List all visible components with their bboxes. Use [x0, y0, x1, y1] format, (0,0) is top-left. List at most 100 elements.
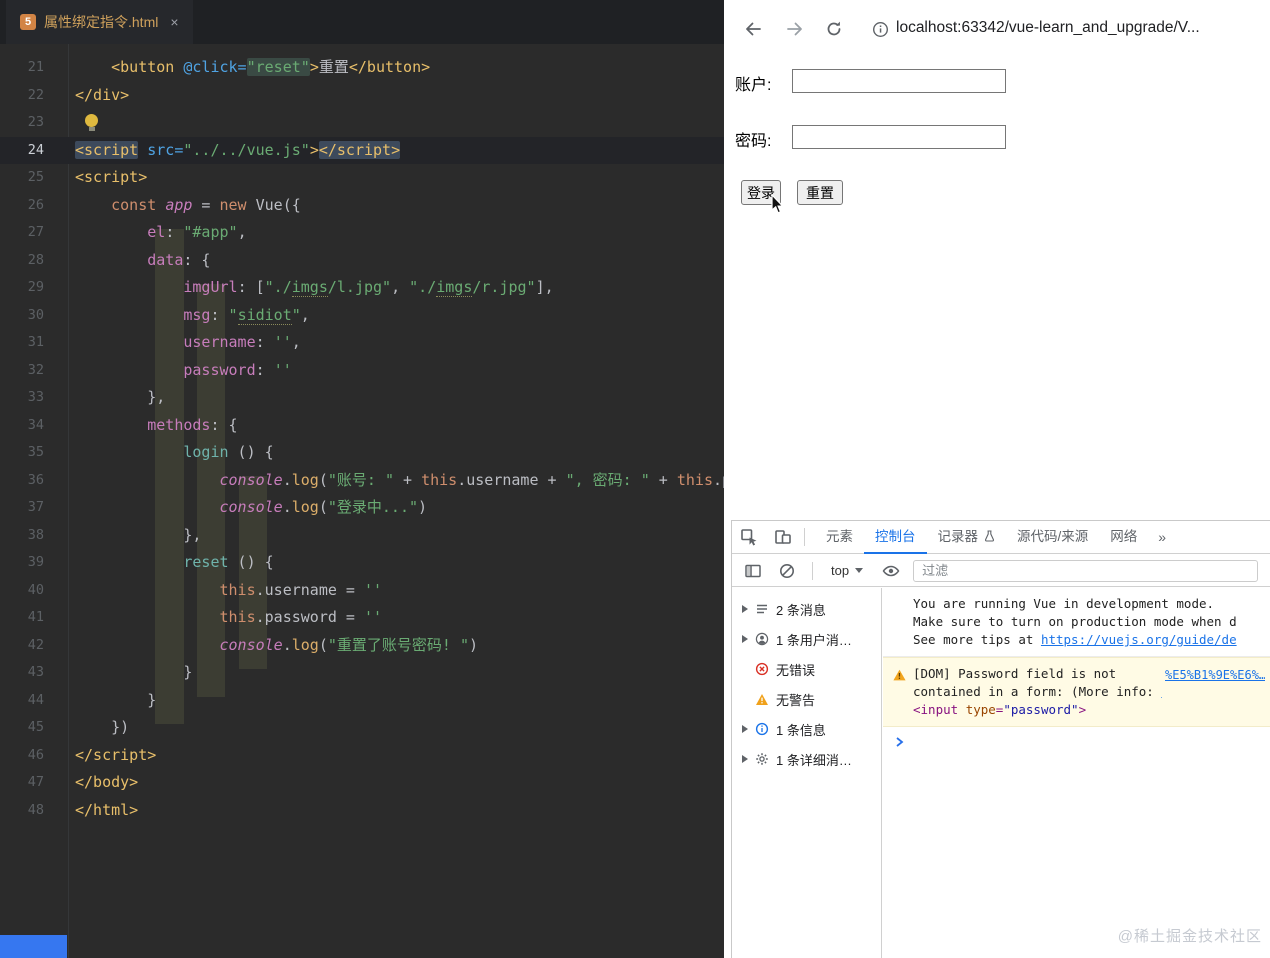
devtools-tab[interactable]: 控制台 [864, 521, 927, 554]
page-info-icon[interactable] [872, 21, 889, 43]
code-line[interactable]: 21 <button @click="reset">重置</button> [0, 54, 724, 82]
line-number: 25 [27, 169, 44, 185]
code-line[interactable]: 23 [0, 109, 724, 137]
console-sidebar-item[interactable]: 无错误 [732, 654, 881, 684]
context-selector[interactable]: top [831, 563, 864, 578]
sidebar-item-label: 无警告 [776, 692, 816, 708]
editor-tab[interactable]: 5 属性绑定指令.html × [6, 0, 193, 44]
code-text: </script> [75, 745, 157, 764]
code-line[interactable]: 28 data: { [0, 247, 724, 275]
code-text: <script> [75, 168, 148, 186]
code-text: imgUrl: ["./imgs/l.jpg", "./imgs/r.jpg"]… [183, 278, 554, 297]
devtools-tabs: 元素 控制台 记录器 源代码/来源 网络 [815, 521, 1148, 554]
account-input[interactable] [792, 69, 1006, 93]
info-icon [755, 722, 769, 736]
code-line[interactable]: 43 } [0, 659, 724, 687]
reload-icon[interactable] [824, 19, 844, 44]
browser-navbar: localhost:63342/vue-learn_and_upgrade/V.… [724, 0, 1270, 58]
line-number: 26 [27, 196, 44, 213]
code-line[interactable]: 44 } [0, 687, 724, 715]
code-line[interactable]: 48 </html> [0, 797, 724, 825]
devtools-tab[interactable]: 源代码/来源 [1006, 521, 1099, 554]
code-editor: 5 属性绑定指令.html × 21 <button @click="reset… [0, 0, 724, 958]
code-line[interactable]: 45 }) [0, 714, 724, 742]
code-line[interactable]: 31 username: '', [0, 329, 724, 357]
code-line[interactable]: 33 }, [0, 384, 724, 412]
console-sidebar-item[interactable]: 无警告 [732, 684, 881, 714]
code-line[interactable]: 30 msg: "sidiot", [0, 302, 724, 330]
console-sidebar-item[interactable]: 1 条详细消… [732, 744, 881, 774]
code-area[interactable]: 21 <button @click="reset">重置</button> 22 <… [0, 44, 724, 958]
chevron-down-icon [855, 568, 864, 573]
editor-tab-bar: 5 属性绑定指令.html × [0, 0, 724, 44]
code-line[interactable]: 42 console.log("重置了账号密码! ") [0, 632, 724, 660]
code-line[interactable]: 35 login () { [0, 439, 724, 467]
code-line[interactable]: 22 </div> [0, 82, 724, 110]
code-line[interactable]: 41 this.password = '' [0, 604, 724, 632]
console-sidebar-item[interactable]: 1 条用户消… [732, 624, 881, 654]
inspect-element-icon[interactable] [732, 521, 766, 554]
line-number: 24 [27, 141, 44, 158]
more-tabs-icon[interactable]: » [1158, 529, 1166, 545]
devtools-tab[interactable]: 网络 [1099, 521, 1148, 554]
password-input[interactable] [792, 125, 1006, 149]
code-line[interactable]: 46 </script> [0, 742, 724, 770]
intention-bulb-icon[interactable] [85, 114, 98, 131]
log-text: Make sure to turn on production mode whe… [913, 614, 1237, 629]
code-line[interactable]: 38 }, [0, 522, 724, 550]
code-line[interactable]: 47 </body> [0, 769, 724, 797]
vuejs-guide-link[interactable]: https://vuejs.org/guide/de [1041, 632, 1237, 647]
warning-source-link[interactable]: %E5%B1%9E%E6%… [1165, 666, 1265, 684]
address-bar[interactable]: localhost:63342/vue-learn_and_upgrade/V.… [896, 19, 1200, 37]
console-log-message: You are running Vue in development mode.… [883, 588, 1270, 657]
code-line[interactable]: 32 password: '' [0, 357, 724, 385]
code-line[interactable]: 24 <script src="../../vue.js"></script> [0, 136, 724, 164]
code-text: data: { [147, 250, 211, 269]
sidebar-item-label: 2 条消息 [776, 602, 826, 618]
expand-triangle-icon[interactable] [742, 605, 748, 613]
code-text: el: "#app", [147, 223, 247, 241]
warning-icon [755, 693, 769, 706]
clear-console-icon[interactable] [774, 554, 800, 587]
code-line[interactable]: 25 <script> [0, 164, 724, 192]
line-number: 41 [27, 609, 44, 625]
code-line[interactable]: 40 this.username = '' [0, 577, 724, 605]
console-sidebar-item[interactable]: 2 条消息 [732, 594, 881, 624]
forward-icon[interactable] [784, 18, 806, 45]
live-expression-eye-icon[interactable] [877, 554, 905, 587]
console-warning-message: %E5%B1%9E%E6%… [DOM] Password field is n… [883, 657, 1270, 727]
expand-triangle-icon[interactable] [742, 725, 748, 733]
console-sidebar-toggle-icon[interactable] [740, 554, 766, 587]
expand-triangle-icon[interactable] [742, 635, 748, 643]
code-text: }, [75, 388, 166, 406]
warning-element[interactable]: <input type="password"> [913, 701, 1162, 719]
line-number: 21 [27, 59, 44, 75]
back-icon[interactable] [742, 18, 764, 45]
more-info-link[interactable]: https://gc [1161, 684, 1162, 699]
code-text: } [75, 663, 193, 681]
user-icon [755, 632, 769, 646]
console-filter-input[interactable] [913, 559, 1258, 582]
devtools-tab[interactable]: 记录器 [927, 521, 1007, 554]
console-sidebar-item[interactable]: 1 条信息 [732, 714, 881, 744]
line-number: 38 [27, 526, 44, 543]
device-toolbar-icon[interactable] [766, 521, 800, 554]
password-label: 密码: [735, 133, 772, 150]
reset-button[interactable]: 重置 [797, 180, 843, 205]
code-line[interactable]: 29 imgUrl: ["./imgs/l.jpg", "./imgs/r.jp… [0, 274, 724, 302]
devtools-tab[interactable]: 元素 [815, 521, 864, 554]
tab-close-icon[interactable]: × [170, 14, 178, 30]
code-text: </html> [75, 800, 139, 819]
line-number: 42 [27, 636, 44, 653]
code-line[interactable]: 34 methods: { [0, 412, 724, 440]
code-line[interactable]: 26 const app = new Vue({ [0, 192, 724, 220]
line-number: 48 [27, 801, 44, 818]
code-line[interactable]: 39 reset () { [0, 549, 724, 577]
code-line[interactable]: 36 console.log("账号: " + this.username + … [0, 467, 724, 495]
code-line[interactable]: 37 console.log("登录中...") [0, 494, 724, 522]
code-line[interactable]: 27 el: "#app", [0, 219, 724, 247]
line-number: 28 [27, 251, 44, 268]
code-lines: 21 <button @click="reset">重置</button> 22 <… [0, 54, 724, 824]
console-prompt[interactable] [883, 727, 1270, 748]
expand-triangle-icon[interactable] [742, 755, 748, 763]
